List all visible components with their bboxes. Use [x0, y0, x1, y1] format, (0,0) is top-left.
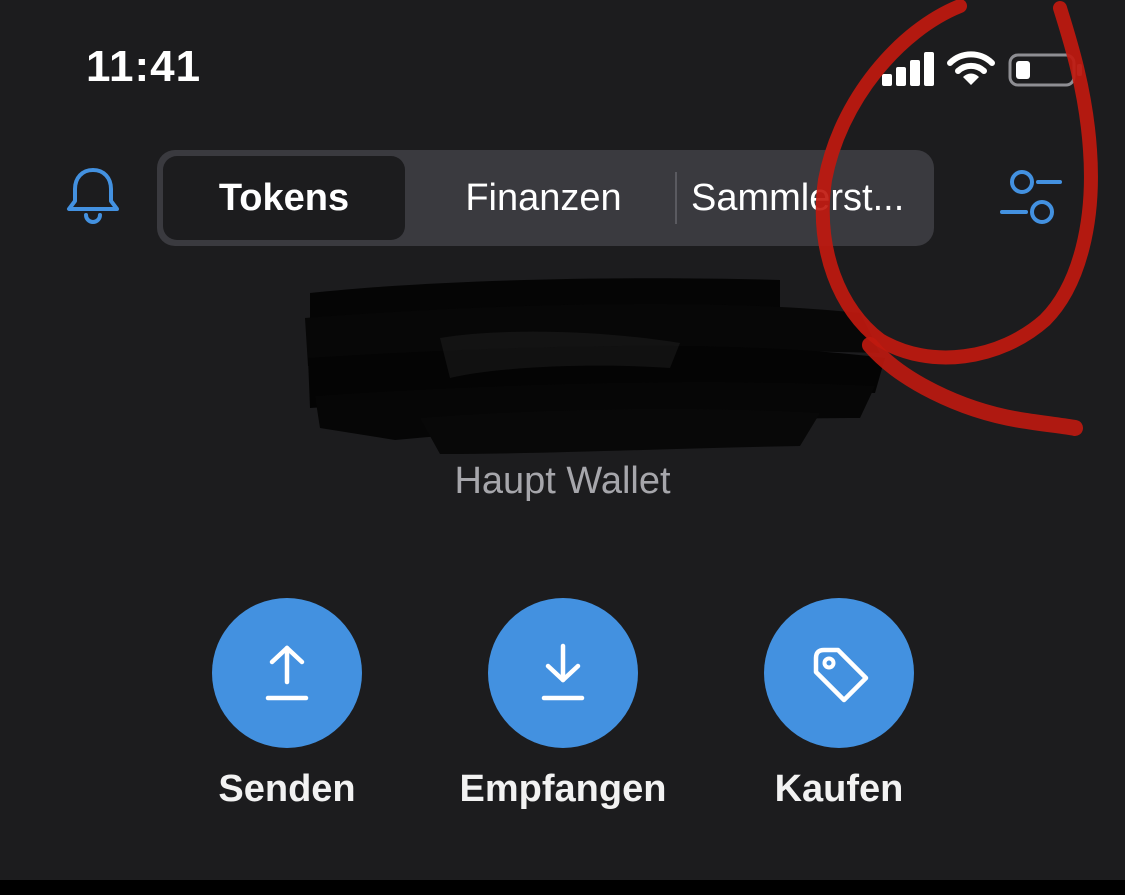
wallet-name[interactable]: Haupt Wallet [0, 460, 1125, 503]
wifi-icon [947, 51, 995, 85]
balance-redacted [305, 278, 885, 454]
send-action[interactable]: Senden [137, 598, 437, 828]
tab-finanzen[interactable]: Finanzen [415, 156, 672, 240]
sliders-icon [1000, 170, 1062, 224]
receive-button[interactable] [488, 598, 638, 748]
tab-divider [675, 172, 677, 224]
send-button[interactable] [212, 598, 362, 748]
filter-settings-button[interactable] [994, 164, 1068, 230]
tab-tokens[interactable]: Tokens [163, 156, 405, 240]
battery-icon [1008, 53, 1082, 87]
asset-tabs: Tokens Finanzen Sammlerst... [157, 150, 934, 246]
download-arrow-icon [541, 643, 585, 701]
buy-action[interactable]: Kaufen [689, 598, 989, 828]
notifications-button[interactable] [60, 163, 126, 229]
bottom-edge [0, 880, 1125, 895]
cellular-signal-icon [882, 52, 934, 86]
buy-label: Kaufen [774, 768, 904, 810]
receive-label: Empfangen [459, 768, 667, 810]
upload-arrow-icon [265, 645, 309, 701]
status-time: 11:41 [86, 42, 202, 91]
receive-action[interactable]: Empfangen [413, 598, 713, 828]
tab-sammlerstuecke[interactable]: Sammlerst... [679, 156, 929, 240]
send-label: Senden [218, 768, 356, 810]
tag-icon [813, 647, 869, 703]
buy-button[interactable] [764, 598, 914, 748]
wallet-screen: 11:41 Tokens Finanzen Sammlerst... Haupt… [0, 0, 1125, 880]
bell-icon [67, 168, 119, 224]
